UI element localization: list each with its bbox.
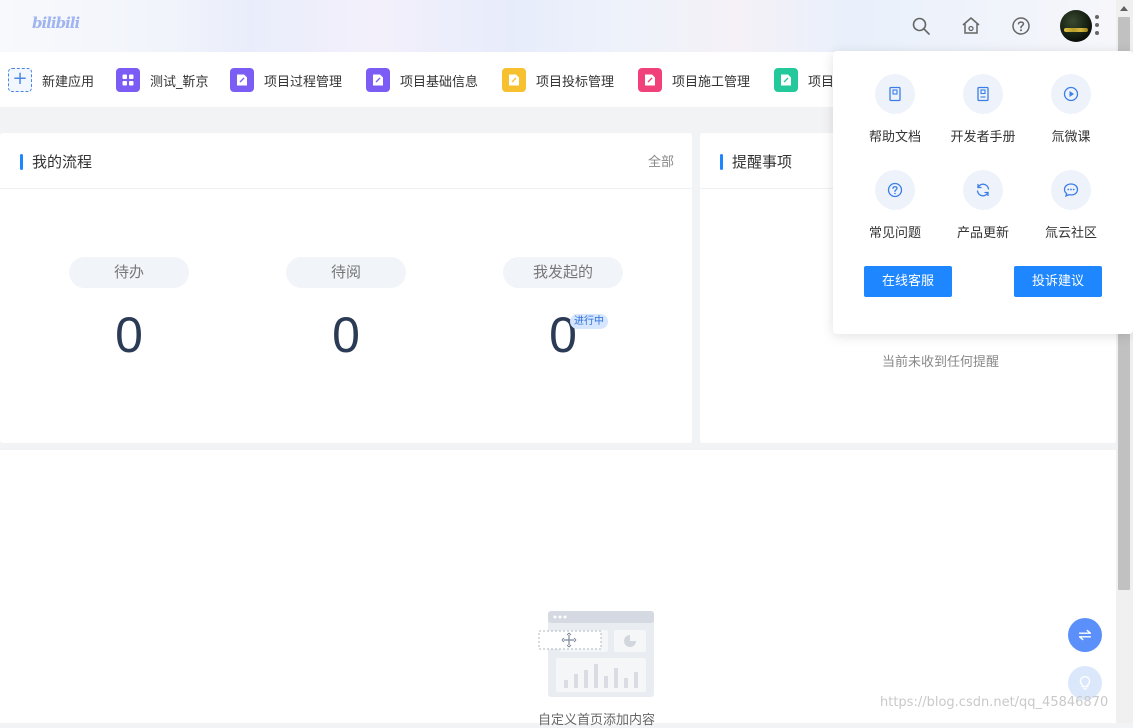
product-updates-item[interactable]: 产品更新 xyxy=(941,170,1025,241)
question-icon xyxy=(875,170,915,210)
product-updates-label: 产品更新 xyxy=(956,226,1009,241)
form-icon xyxy=(502,68,526,92)
search-icon[interactable] xyxy=(911,16,931,36)
app-new[interactable]: + 新建应用 xyxy=(8,67,94,93)
more-icon[interactable] xyxy=(1095,15,1101,37)
switch-icon[interactable] xyxy=(1068,618,1102,652)
app-project-more[interactable]: 项目 xyxy=(774,67,834,93)
community-label: 氚云社区 xyxy=(1044,226,1097,241)
form-icon xyxy=(638,68,662,92)
card-title: 我的流程 xyxy=(20,151,92,172)
no-reminders-text: 当前未收到任何提醒 xyxy=(882,355,1000,370)
top-header: bilibili xyxy=(0,0,1133,52)
dev-manual-label: 开发者手册 xyxy=(950,130,1016,145)
to-read-count[interactable]: 0 xyxy=(286,305,406,365)
app-test-jinjing[interactable]: 测试_靳京 xyxy=(116,67,209,93)
divider xyxy=(0,188,692,189)
grid-icon xyxy=(116,68,140,92)
form-icon xyxy=(366,68,390,92)
avatar[interactable] xyxy=(1060,10,1092,42)
app-label: 项目投标管理 xyxy=(536,74,615,90)
play-icon xyxy=(1051,74,1091,114)
manual-icon xyxy=(963,74,1003,114)
app-project-bidding[interactable]: 项目投标管理 xyxy=(502,67,614,93)
online-service-button[interactable]: 在线客服 xyxy=(864,266,952,297)
watermark: https://blog.csdn.net/qq_45846870 xyxy=(880,695,1109,710)
empty-dashboard-illustration xyxy=(538,610,658,700)
my-process-card: 我的流程 全部 待办 0 待阅 0 我发起的 0 进行中 xyxy=(0,133,692,443)
help-docs-item[interactable]: 帮助文档 xyxy=(853,74,937,145)
plus-icon: + xyxy=(8,68,32,92)
app-label: 新建应用 xyxy=(42,74,95,90)
todo-count[interactable]: 0 xyxy=(69,305,189,365)
chat-icon xyxy=(1051,170,1091,210)
faq-item[interactable]: 常见问题 xyxy=(853,170,937,241)
app-project-basic[interactable]: 项目基础信息 xyxy=(366,67,478,93)
logo[interactable]: bilibili xyxy=(32,14,80,38)
dev-manual-item[interactable]: 开发者手册 xyxy=(941,74,1025,145)
app-label: 项目 xyxy=(808,74,835,90)
community-item[interactable]: 氚云社区 xyxy=(1029,170,1113,241)
app-project-construction[interactable]: 项目施工管理 xyxy=(638,67,750,93)
todo-tab[interactable]: 待办 xyxy=(69,257,189,288)
document-icon xyxy=(875,74,915,114)
help-docs-label: 帮助文档 xyxy=(868,130,921,145)
faq-label: 常见问题 xyxy=(868,226,921,241)
feedback-button[interactable]: 投诉建议 xyxy=(1014,266,1102,297)
card-title: 提醒事项 xyxy=(720,151,792,172)
view-all-link[interactable]: 全部 xyxy=(648,151,674,170)
micro-course-item[interactable]: 氚微课 xyxy=(1029,74,1113,145)
to-read-tab[interactable]: 待阅 xyxy=(286,257,406,288)
app-label: 项目施工管理 xyxy=(672,74,751,90)
help-dropdown-panel: 帮助文档 开发者手册 氚微课 常见问题 产品更新 氚云社区 在线客服 投诉建议 xyxy=(833,51,1133,334)
app-label: 项目基础信息 xyxy=(400,74,479,90)
help-icon[interactable] xyxy=(1011,16,1031,36)
app-project-process[interactable]: 项目过程管理 xyxy=(230,67,342,93)
in-progress-badge: 进行中 xyxy=(570,314,608,329)
initiated-tab[interactable]: 我发起的 xyxy=(503,257,623,288)
initiated-count[interactable]: 0 xyxy=(503,305,623,365)
refresh-icon xyxy=(963,170,1003,210)
scroll-up-arrow[interactable] xyxy=(1116,0,1133,17)
custom-home-hint: 自定义首页添加内容 xyxy=(538,713,656,728)
micro-course-label: 氚微课 xyxy=(1051,130,1091,145)
form-icon xyxy=(230,68,254,92)
app-label: 项目过程管理 xyxy=(264,74,343,90)
form-icon xyxy=(774,68,798,92)
app-label: 测试_靳京 xyxy=(150,74,209,90)
home-icon[interactable] xyxy=(961,16,981,36)
